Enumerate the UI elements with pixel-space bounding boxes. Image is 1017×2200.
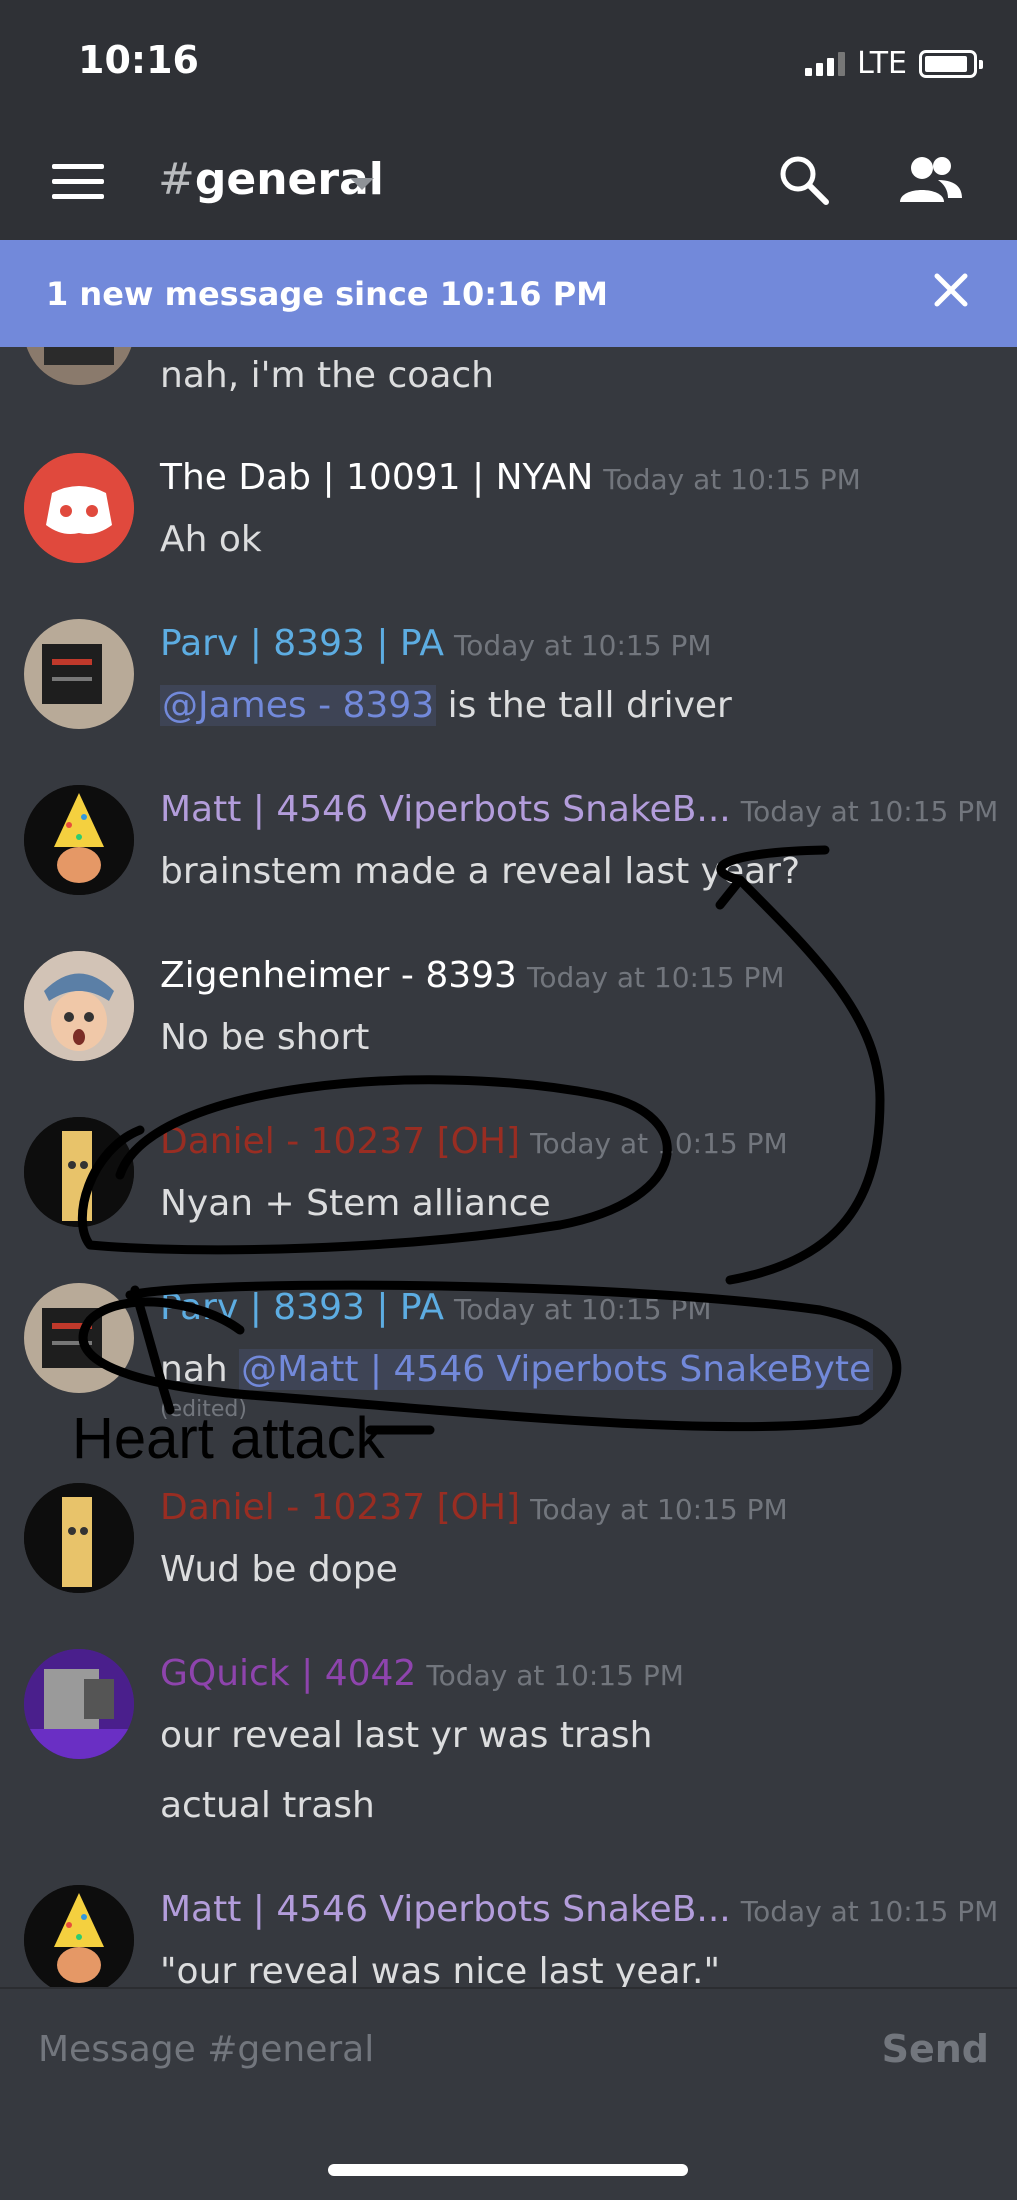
channel-hash: # <box>158 154 195 205</box>
chevron-down-icon[interactable] <box>350 178 374 190</box>
channel-header: #general <box>0 120 1017 240</box>
user-mention[interactable]: @Matt | 4546 Viperbots SnakeByte <box>239 1349 874 1390</box>
timestamp: Today at 10:15 PM <box>426 1659 684 1692</box>
avatar[interactable] <box>24 1885 134 1987</box>
avatar[interactable] <box>24 347 134 385</box>
author-name[interactable]: GQuick | 4042 <box>160 1653 416 1694</box>
message-header: Zigenheimer - 8393 Today at 10:15 PM <box>160 955 785 996</box>
author-name[interactable]: Matt | 4546 Viperbots SnakeB... <box>160 789 731 830</box>
timestamp: Today at 10:15 PM <box>530 1127 788 1160</box>
message-text: brainstem made a reveal last year? <box>160 851 801 892</box>
banner-text: 1 new message since 10:16 PM <box>46 275 608 313</box>
message-header: Parv | 8393 | PA Today at 10:15 PM <box>160 1287 712 1328</box>
timestamp: Today at 10:15 PM <box>526 961 785 994</box>
avatar[interactable] <box>24 1117 134 1227</box>
message-text-body: is the tall driver <box>436 685 732 726</box>
search-icon[interactable] <box>776 152 832 208</box>
timestamp: Today at 10:15 PM <box>530 1493 788 1526</box>
status-indicators: LTE <box>805 46 983 81</box>
timestamp: Today at 10:15 PM <box>740 795 999 828</box>
message-text: nah @Matt | 4546 Viperbots SnakeByte <box>160 1349 874 1390</box>
author-name[interactable]: Daniel - 10237 [OH] <box>160 1487 520 1528</box>
battery-icon <box>919 49 983 78</box>
annotation-text: Heart attack <box>72 1406 385 1471</box>
message-text: actual trash <box>160 1785 375 1826</box>
avatar[interactable] <box>24 619 134 729</box>
author-name[interactable]: Daniel - 10237 [OH] <box>160 1121 520 1162</box>
message-header: Daniel - 10237 [OH] Today at 10:15 PM <box>160 1121 788 1162</box>
timestamp: Today at 10:15 PM <box>453 1293 712 1326</box>
author-name[interactable]: Matt | 4546 Viperbots SnakeB... <box>160 1889 731 1930</box>
message-header: Matt | 4546 Viperbots SnakeB... Today at … <box>160 789 998 830</box>
timestamp: Today at 10:15 PM <box>603 463 861 496</box>
send-button[interactable]: Send <box>882 2027 989 2071</box>
message-header: GQuick | 4042 Today at 10:15 PM <box>160 1653 684 1694</box>
network-label: LTE <box>857 46 907 81</box>
user-mention[interactable]: @James - 8393 <box>160 685 437 726</box>
avatar[interactable] <box>24 951 134 1061</box>
author-name[interactable]: Parv | 8393 | PA <box>160 1287 444 1328</box>
menu-icon[interactable] <box>52 164 104 200</box>
discord-logo-icon[interactable] <box>24 453 134 563</box>
members-icon[interactable] <box>898 152 964 208</box>
message-text: nah, i'm the coach <box>160 355 495 396</box>
message-header: Daniel - 10237 [OH] Today at 10:15 PM <box>160 1487 788 1528</box>
message-text: our reveal last yr was trash <box>160 1715 653 1756</box>
message-text: No be short <box>160 1017 370 1058</box>
close-icon[interactable] <box>929 268 973 312</box>
message-text: @James - 8393 is the tall driver <box>160 685 732 726</box>
message-header: Matt | 4546 Viperbots SnakeB... Today at … <box>160 1889 998 1930</box>
timestamp: Today at 10:15 PM <box>453 629 712 662</box>
message-input[interactable]: Message #general <box>38 2029 374 2070</box>
message-list[interactable]: nah, i'm the coach The Dab | 10091 | NYA… <box>0 347 1017 1987</box>
home-indicator[interactable] <box>328 2164 688 2176</box>
author-name[interactable]: Parv | 8393 | PA <box>160 623 444 664</box>
author-name[interactable]: Zigenheimer - 8393 <box>160 955 517 996</box>
signal-icon <box>805 51 846 76</box>
avatar[interactable] <box>24 1483 134 1593</box>
message-text: Wud be dope <box>160 1549 398 1590</box>
timestamp: Today at 10:15 PM <box>740 1895 999 1928</box>
message-text: "our reveal was nice last year." <box>160 1951 721 1987</box>
avatar[interactable] <box>24 785 134 895</box>
status-bar: 10:16 LTE <box>0 0 1017 120</box>
message-text: Nyan + Stem alliance <box>160 1183 551 1224</box>
author-name[interactable]: The Dab | 10091 | NYAN <box>160 457 593 498</box>
avatar[interactable] <box>24 1649 134 1759</box>
message-text: Ah ok <box>160 519 262 560</box>
message-header: Parv | 8393 | PA Today at 10:15 PM <box>160 623 712 664</box>
avatar[interactable] <box>24 1283 134 1393</box>
message-header: The Dab | 10091 | NYAN Today at 10:15 PM <box>160 457 861 498</box>
message-text-body: nah <box>160 1349 240 1390</box>
new-message-banner[interactable]: 1 new message since 10:16 PM <box>0 240 1017 347</box>
status-time: 10:16 <box>78 38 199 82</box>
